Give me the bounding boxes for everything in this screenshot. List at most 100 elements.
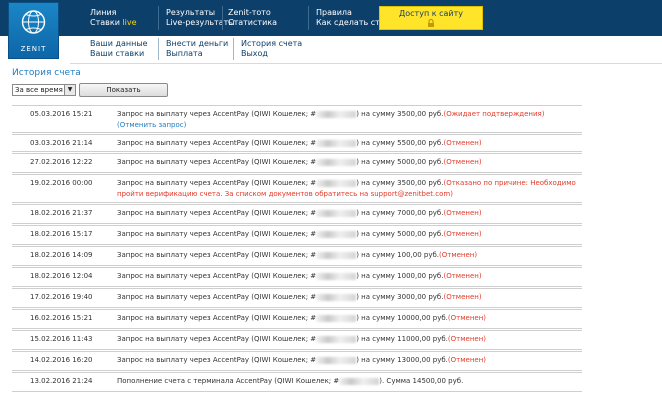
subnav-deposit-link[interactable]: Внести деньги — [166, 39, 228, 49]
transaction-row: 17.02.2016 19:40 Запрос на выплату через… — [12, 288, 582, 308]
row-status: (Отменен) — [443, 139, 482, 147]
subnav-your-data-link[interactable]: Ваши данные — [90, 39, 148, 49]
row-date: 14.02.2016 16:20 — [30, 356, 93, 364]
row-text: Запрос на выплату через AccentPay (QIWI … — [117, 110, 317, 118]
row-status: (Отменен) — [443, 230, 482, 238]
nav-statistics-link[interactable]: Статистика — [228, 18, 277, 28]
row-amount: ). Сумма 14500,00 руб. — [379, 377, 464, 385]
logo-text: ZENIT — [20, 45, 47, 53]
row-date: 05.03.2016 15:21 — [30, 110, 93, 118]
nav-bets-label: Ставки — [90, 18, 120, 27]
nav-bets-link[interactable]: Ставки live — [90, 18, 137, 28]
transaction-row: 18.02.2016 14:09 Запрос на выплату через… — [12, 246, 582, 266]
row-amount: ) на сумму 5000,00 руб. — [356, 230, 444, 238]
redacted-number — [316, 158, 357, 166]
redacted-number — [316, 293, 357, 301]
row-date: 03.03.2016 21:14 — [30, 139, 93, 147]
show-button[interactable]: Показать — [79, 83, 168, 97]
subnav-group-data: Ваши данные Ваши ставки — [90, 39, 148, 59]
row-status: (Отменен) — [447, 335, 487, 343]
row-amount: ) на сумму 13000,00 руб. — [356, 356, 448, 364]
row-status: (Отменен) — [447, 356, 487, 364]
subnav-group-money: Внести деньги Выплата — [166, 39, 228, 59]
nav-live-label: live — [122, 18, 137, 27]
row-amount: ) на сумму 5000,00 руб. — [356, 158, 444, 166]
row-status: (Отменен) — [443, 272, 482, 280]
nav-divider — [308, 6, 309, 30]
row-description: Запрос на выплату через AccentPay (QIWI … — [117, 178, 582, 200]
transaction-row: 27.02.2016 12:22 Запрос на выплату через… — [12, 153, 582, 173]
redacted-number — [316, 356, 357, 364]
nav-live-results-link[interactable]: Live-результаты — [166, 18, 235, 28]
row-date: 18.02.2016 14:09 — [30, 251, 93, 259]
row-text: Запрос на выплату через AccentPay (QIWI … — [117, 314, 317, 322]
transaction-row: 19.02.2016 00:00 Запрос на выплату через… — [12, 174, 582, 203]
subnav-logout-link[interactable]: Выход — [241, 49, 302, 59]
row-description: Запрос на выплату через AccentPay (QIWI … — [117, 138, 582, 149]
row-description: Запрос на выплату через AccentPay (QIWI … — [117, 313, 582, 324]
row-date: 13.02.2016 21:24 — [30, 377, 93, 385]
row-text: Запрос на выплату через AccentPay (QIWI … — [117, 293, 317, 301]
row-text: Запрос на выплату через AccentPay (QIWI … — [117, 139, 317, 147]
redacted-number — [316, 209, 357, 217]
redacted-number — [316, 251, 357, 259]
transaction-list: 05.03.2016 15:21 Запрос на выплату через… — [12, 105, 582, 393]
nav-results-link[interactable]: Результаты — [166, 8, 235, 18]
row-description: Запрос на выплату через AccentPay (QIWI … — [117, 334, 582, 345]
row-description: Запрос на выплату через AccentPay (QIWI … — [117, 157, 582, 168]
nav-zenit-toto-link[interactable]: Zenit-тото — [228, 8, 277, 18]
row-description: Пополнение счета с терминала AccentPay (… — [117, 376, 582, 387]
row-date: 18.02.2016 12:04 — [30, 272, 93, 280]
page-title: История счета — [12, 68, 81, 78]
row-amount: ) на сумму 3500,00 руб. — [356, 110, 444, 118]
cancel-request-link[interactable]: (Отменить запрос) — [117, 121, 186, 129]
subnav-account-history-link[interactable]: История счета — [241, 39, 302, 49]
transaction-row: 18.02.2016 15:17 Запрос на выплату через… — [12, 225, 582, 245]
row-text: Запрос на выплату через AccentPay (QIWI … — [117, 335, 317, 343]
redacted-number — [316, 230, 357, 238]
zenit-logo[interactable]: ZENIT — [8, 2, 59, 59]
nav-divider — [222, 6, 223, 30]
transaction-row: 16.02.2016 15:21 Запрос на выплату через… — [12, 309, 582, 329]
row-text: Запрос на выплату через AccentPay (QIWI … — [117, 179, 317, 187]
subnav-your-bets-link[interactable]: Ваши ставки — [90, 49, 148, 59]
row-amount: ) на сумму 5500,00 руб. — [356, 139, 444, 147]
row-status: (Отменен) — [447, 314, 487, 322]
row-description: Запрос на выплату через AccentPay (QIWI … — [117, 250, 582, 261]
row-date: 18.02.2016 21:37 — [30, 209, 93, 217]
transaction-row: 05.03.2016 15:21 Запрос на выплату через… — [12, 105, 582, 133]
subnav-withdraw-link[interactable]: Выплата — [166, 49, 228, 59]
row-amount: ) на сумму 3500,00 руб. — [356, 179, 444, 187]
row-date: 17.02.2016 19:40 — [30, 293, 93, 301]
row-amount: ) на сумму 11000,00 руб. — [356, 335, 448, 343]
row-description: Запрос на выплату через AccentPay (QIWI … — [117, 292, 582, 303]
row-date: 27.02.2016 12:22 — [30, 158, 93, 166]
nav-line-link[interactable]: Линия — [90, 8, 137, 18]
row-amount: ) на сумму 3000,00 руб. — [356, 293, 444, 301]
site-access-button[interactable]: Доступ к сайту — [379, 6, 483, 30]
row-amount: ) на сумму 7000,00 руб. — [356, 209, 444, 217]
row-text: Запрос на выплату через AccentPay (QIWI … — [117, 230, 317, 238]
subnav-divider — [158, 38, 159, 60]
row-description: Запрос на выплату через AccentPay (QIWI … — [117, 109, 582, 131]
subnav-group-history: История счета Выход — [241, 39, 302, 59]
row-amount: ) на сумму 100,00 руб. — [356, 251, 440, 259]
site-header: ZENIT Линия Ставки live Результаты Live-… — [0, 0, 662, 64]
transaction-row: 13.02.2016 21:24 Пополнение счета с терм… — [12, 372, 582, 392]
nav-group-line: Линия Ставки live — [90, 8, 137, 28]
row-text: Запрос на выплату через AccentPay (QIWI … — [117, 158, 317, 166]
nav-group-results: Результаты Live-результаты — [166, 8, 235, 28]
row-description: Запрос на выплату через AccentPay (QIWI … — [117, 229, 582, 240]
row-description: Запрос на выплату через AccentPay (QIWI … — [117, 355, 582, 366]
period-select[interactable]: За все время ▼ — [12, 84, 76, 96]
chevron-down-icon[interactable]: ▼ — [64, 85, 75, 95]
lock-icon — [428, 19, 434, 27]
row-date: 15.02.2016 11:43 — [30, 335, 93, 343]
transaction-row: 18.02.2016 12:04 Запрос на выплату через… — [12, 267, 582, 287]
globe-logo-icon — [21, 10, 46, 34]
transaction-row: 15.02.2016 11:43 Запрос на выплату через… — [12, 330, 582, 350]
row-amount: ) на сумму 10000,00 руб. — [356, 314, 448, 322]
row-text: Запрос на выплату через AccentPay (QIWI … — [117, 209, 317, 217]
row-description: Запрос на выплату через AccentPay (QIWI … — [117, 208, 582, 219]
nav-divider — [158, 6, 159, 30]
